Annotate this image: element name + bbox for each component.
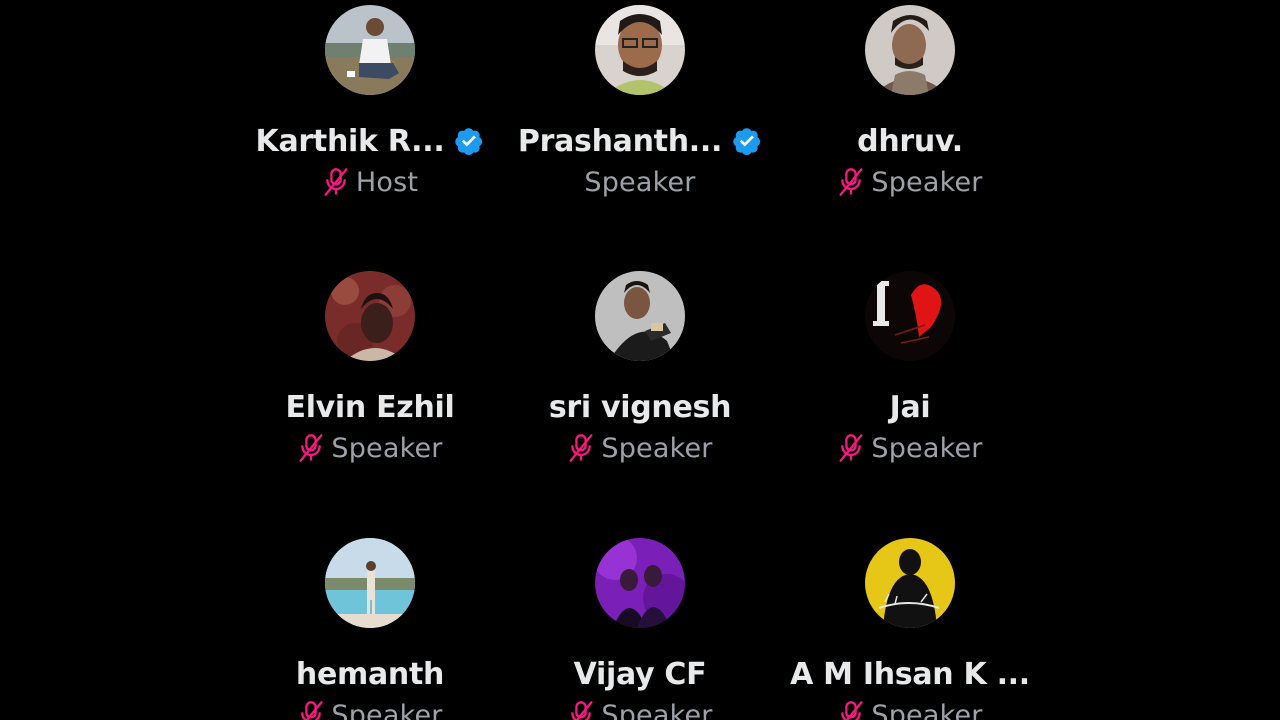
person-avatar-icon bbox=[865, 538, 955, 628]
person-avatar-icon bbox=[325, 538, 415, 628]
person-avatar-icon bbox=[595, 271, 685, 361]
participant-role: Speaker bbox=[584, 166, 696, 198]
person-avatar-icon bbox=[595, 5, 685, 95]
avatar[interactable] bbox=[865, 271, 955, 361]
avatar[interactable] bbox=[865, 5, 955, 95]
avatar[interactable] bbox=[865, 538, 955, 628]
participant-name: Prashanth... bbox=[517, 123, 723, 159]
verified-badge-icon bbox=[732, 126, 762, 156]
muted-mic-icon bbox=[837, 167, 865, 197]
muted-mic-icon bbox=[322, 167, 350, 197]
muted-mic-icon bbox=[297, 433, 325, 463]
participant-card[interactable]: Jai Speaker bbox=[775, 271, 1045, 467]
participant-name: Vijay CF bbox=[573, 656, 707, 692]
person-avatar-icon bbox=[865, 5, 955, 95]
participant-name: hemanth bbox=[295, 656, 445, 692]
muted-mic-icon bbox=[567, 433, 595, 463]
participant-name: Karthik R... bbox=[255, 123, 445, 159]
participant-role: Speaker bbox=[331, 432, 443, 464]
avatar[interactable] bbox=[595, 271, 685, 361]
participant-card[interactable]: dhruv. Speaker bbox=[775, 5, 1045, 201]
person-avatar-icon bbox=[595, 538, 685, 628]
participant-role: Speaker bbox=[871, 699, 983, 720]
muted-mic-icon bbox=[837, 700, 865, 720]
participant-role: Speaker bbox=[331, 699, 443, 720]
participant-role: Speaker bbox=[601, 699, 713, 720]
avatar[interactable] bbox=[595, 538, 685, 628]
participant-card[interactable]: sri vignesh Speaker bbox=[505, 271, 775, 467]
person-avatar-icon bbox=[325, 5, 415, 95]
participant-card[interactable]: hemanth Speaker bbox=[235, 538, 505, 720]
participant-role: Speaker bbox=[601, 432, 713, 464]
participant-card[interactable]: Karthik R... Host bbox=[235, 5, 505, 201]
person-avatar-icon bbox=[325, 271, 415, 361]
participant-card[interactable]: Vijay CF Speaker bbox=[505, 538, 775, 720]
avatar[interactable] bbox=[325, 538, 415, 628]
participant-role: Speaker bbox=[871, 166, 983, 198]
muted-mic-icon bbox=[837, 433, 865, 463]
participant-role: Host bbox=[355, 166, 419, 198]
participant-name: Jai bbox=[889, 389, 931, 425]
verified-badge-icon bbox=[454, 126, 484, 156]
participant-card[interactable]: Prashanth... Speaker bbox=[505, 5, 775, 201]
muted-mic-icon bbox=[567, 700, 595, 720]
muted-mic-icon bbox=[297, 700, 325, 720]
avatar[interactable] bbox=[325, 271, 415, 361]
participant-name: Elvin Ezhil bbox=[285, 389, 455, 425]
participant-role: Speaker bbox=[871, 432, 983, 464]
space-participants-grid: Karthik R... Host Prashanth... Speaker d… bbox=[0, 0, 1280, 720]
participant-card[interactable]: Elvin Ezhil Speaker bbox=[235, 271, 505, 467]
avatar[interactable] bbox=[325, 5, 415, 95]
participant-name: A M Ihsan K ... bbox=[790, 656, 1030, 692]
heart-avatar-icon bbox=[865, 271, 955, 361]
avatar[interactable] bbox=[595, 5, 685, 95]
participant-name: sri vignesh bbox=[548, 389, 732, 425]
participant-name: dhruv. bbox=[857, 123, 963, 159]
participant-card[interactable]: A M Ihsan K ... Speaker bbox=[775, 538, 1045, 720]
